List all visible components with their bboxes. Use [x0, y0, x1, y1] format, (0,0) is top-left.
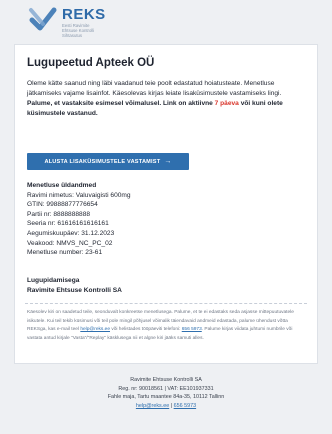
case-details-heading: Menetluse üldandmed	[27, 182, 97, 189]
arrow-right-icon: →	[164, 158, 172, 165]
greeting-title: Lugupeetud Apteek OÜ	[27, 57, 155, 69]
intro-plain: Oleme kätte saanud ning läbi vaadanud te…	[27, 80, 282, 97]
intro-text: Oleme kätte saanud ning läbi vaadanud te…	[27, 79, 307, 119]
checkmark-logo-icon	[29, 7, 57, 31]
detail-line: Ravimi nimetus: Valuvaigisti 600mg	[27, 191, 131, 199]
footer-org: Ravimite Ehtsuse Kontrolli SA	[130, 377, 202, 383]
start-answering-label: ALUSTA LISAKÜSIMUSTELE VASTAMIST	[44, 158, 161, 165]
detail-line: Menetluse number: 23-61	[27, 249, 103, 257]
footer-phone-link[interactable]: 656 5973	[174, 403, 196, 409]
disclaimer-note: Käesolev kiri on saadetud teile, seonduv…	[27, 309, 307, 343]
note-phone-link[interactable]: 656 5973	[182, 327, 202, 332]
signature-greeting: Lugupidamisega	[27, 277, 80, 284]
footer-reg: Reg. nr: 90018561 | VAT: EE101937331	[118, 385, 214, 392]
start-answering-button[interactable]: ALUSTA LISAKÜSIMUSTELE VASTAMIST →	[27, 153, 189, 170]
divider	[25, 303, 307, 304]
note-email-link[interactable]: help@reks.ee	[80, 327, 110, 332]
reks-logo: REKS Eesti Ravimite Ehtsuse Kontrolli Si…	[28, 6, 106, 38]
footer-email-link[interactable]: help@reks.ee	[136, 403, 169, 409]
signature: Lugupidamisega Ravimite Ehtsuse Kontroll…	[27, 276, 307, 295]
logo-subline: Sihtasutus	[62, 33, 83, 38]
detail-line: Seeria nr: 61616161616161	[27, 220, 109, 228]
email-footer: Ravimite Ehtsuse Kontrolli SA Reg. nr: 9…	[0, 376, 332, 410]
intro-days: 7 päeva	[214, 100, 239, 107]
detail-line: Aegumiskuupäev: 31.12.2023	[27, 229, 115, 237]
footer-contacts: help@reks.ee | 656 5973	[0, 402, 332, 411]
case-details: Menetluse üldandmed Ravimi nimetus: Valu…	[27, 181, 307, 258]
detail-line: Partii nr: 8888888888	[27, 210, 91, 218]
detail-line: GTIN: 99888877776654	[27, 201, 98, 209]
signature-org: Ravimite Ehtsuse Kontrolli SA	[27, 286, 122, 294]
detail-line: Veakood: NMVS_NC_PC_02	[27, 239, 113, 247]
logo-name: REKS	[62, 6, 106, 23]
footer-address: Fahle maja, Tartu maantee 84a-35, 10112 …	[107, 394, 225, 401]
note-text: või helistades tööpäeviti telefoni:	[110, 327, 182, 333]
message-card: Lugupeetud Apteek OÜ Oleme kätte saanud …	[14, 44, 318, 364]
intro-bold: Palume, et vastaksite esimesel võimaluse…	[27, 100, 215, 107]
